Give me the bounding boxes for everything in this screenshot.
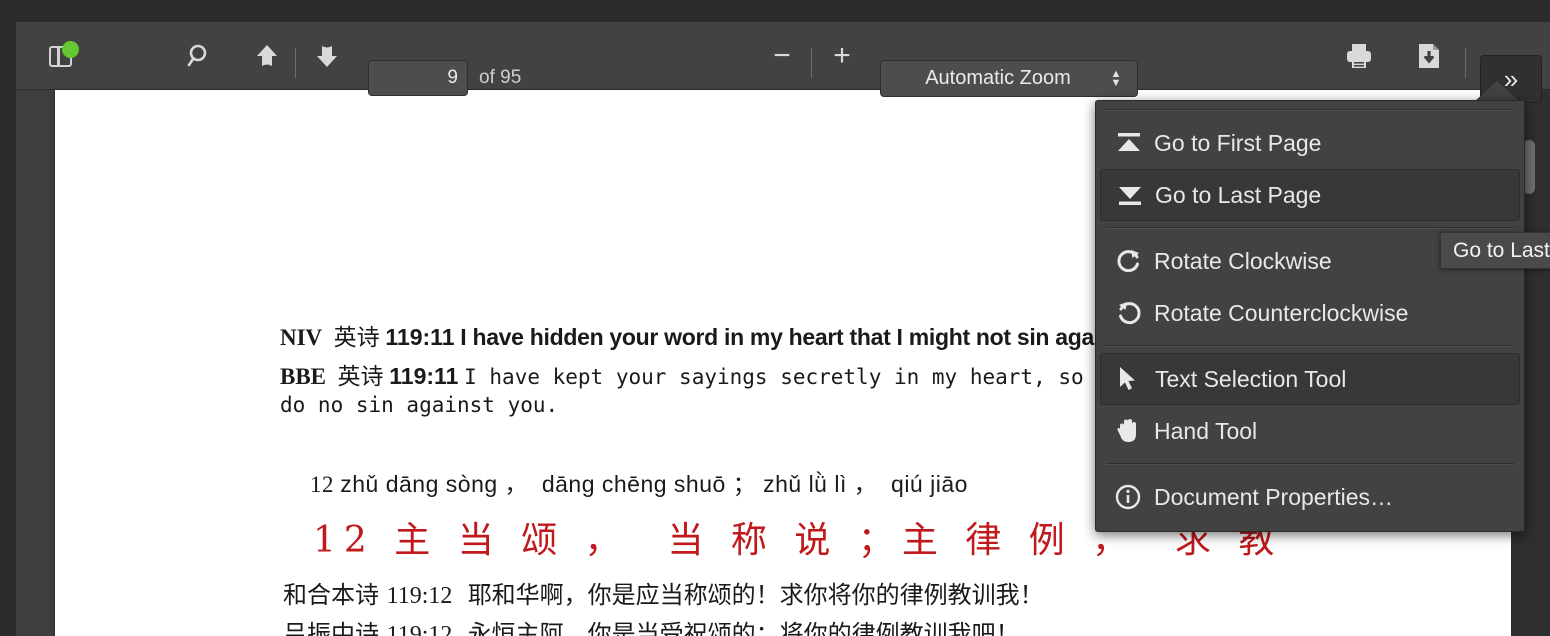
menu-caret (1475, 81, 1519, 101)
search-button[interactable] (176, 34, 224, 78)
toolbar-divider-2 (811, 48, 812, 78)
next-page-button[interactable] (304, 34, 350, 78)
niv-ref: 119:11 (385, 324, 455, 350)
pinyin-text: zhǔ dāng sòng ， dāng chēng shuō ； zhǔ lǜ… (340, 471, 968, 497)
info-circle-icon (1114, 483, 1154, 511)
go-to-first-page-icon (1114, 130, 1154, 156)
bbe-book: 英诗 (337, 364, 384, 389)
zoom-select[interactable]: Automatic Zoom ▲ ▼ (880, 60, 1138, 97)
rotate-clockwise-icon (1114, 247, 1154, 275)
window-top-edge (0, 0, 1550, 22)
toolbar-divider (295, 48, 296, 78)
window-left-edge (0, 0, 16, 636)
viewer-left-gutter (16, 90, 55, 636)
menu-item-go-to-last-page[interactable]: Go to Last Page (1100, 169, 1520, 221)
rotate-counterclockwise-icon (1114, 299, 1154, 327)
sidebar-toggle-icon (47, 39, 81, 73)
menu-item-label: Go to First Page (1154, 129, 1322, 156)
menu-item-hand-tool[interactable]: Hand Tool (1100, 405, 1520, 457)
menu-item-label: Rotate Counterclockwise (1154, 299, 1409, 326)
menu-item-label: Hand Tool (1154, 417, 1258, 444)
pinyin-number: 12 (310, 472, 334, 497)
verse-number: 12 (313, 520, 375, 561)
hand-icon (1114, 417, 1154, 445)
zoom-in-button[interactable]: + (820, 34, 864, 78)
secondary-toolbar-menu: Go to First Page Go to Last Page Rotate … (1095, 100, 1525, 532)
menu-item-text-selection-tool[interactable]: Text Selection Tool (1100, 353, 1520, 405)
status-dot (62, 41, 79, 58)
toolbar-divider-3 (1465, 48, 1466, 78)
page-count-label: of 95 (479, 67, 522, 88)
menu-item-document-properties[interactable]: Document Properties… (1100, 471, 1520, 523)
doc-line-translation-2: 吕振中诗 119:12 永恒主阿，你是当受祝颂的；将你的律例教训我吧！ (283, 614, 1020, 636)
translation-ref-2: 119:12 (386, 622, 453, 636)
menu-item-label: Go to Last Page (1155, 181, 1322, 208)
search-icon (187, 44, 207, 67)
bbe-ref: 119:11 (389, 363, 459, 389)
menu-item-label: Document Properties… (1154, 483, 1394, 510)
menu-divider (1106, 463, 1514, 465)
download-button[interactable] (1406, 34, 1452, 78)
pdf-viewer-window: NIV 英诗 119:11 I have hidden your word in… (0, 0, 1550, 636)
menu-item-rotate-counterclockwise[interactable]: Rotate Counterclockwise (1100, 287, 1520, 339)
printer-icon (1347, 44, 1371, 68)
zoom-select-value: Automatic Zoom (925, 67, 1071, 89)
print-button[interactable] (1336, 34, 1382, 78)
previous-page-button[interactable] (244, 34, 290, 78)
menu-item-go-to-first-page[interactable]: Go to First Page (1100, 117, 1520, 169)
menu-item-label: Text Selection Tool (1155, 365, 1347, 392)
niv-book: 英诗 (333, 325, 380, 350)
translation-version-2: 吕振中诗 (283, 620, 379, 636)
download-icon (1419, 44, 1439, 68)
translation-ref-1: 119:12 (386, 583, 453, 609)
doc-line-translation-1: 和合本诗 119:12 耶和华啊，你是应当称颂的！求你将你的律例教训我！ (283, 575, 1044, 610)
chevron-updown-icon: ▲ ▼ (1110, 67, 1122, 89)
translation-version-1: 和合本诗 (283, 581, 379, 609)
menu-divider (1106, 109, 1514, 111)
translation-text-1: 耶和华啊，你是应当称颂的！求你将你的律例教训我！ (467, 581, 1044, 609)
bbe-version: BBE (280, 364, 327, 389)
zoom-out-button[interactable]: − (760, 34, 804, 78)
translation-text-2: 永恒主阿，你是当受祝颂的；将你的律例教训我吧！ (467, 620, 1020, 636)
go-to-last-page-icon (1115, 182, 1155, 208)
niv-version: NIV (280, 325, 323, 350)
doc-line-niv: NIV 英诗 119:11 I have hidden your word in… (280, 318, 1186, 352)
doc-line-bbe-continued: do no sin against you. (280, 393, 559, 417)
menu-item-label: Rotate Clockwise (1154, 247, 1332, 274)
sidebar-toggle-button[interactable] (38, 34, 90, 78)
menu-divider (1106, 345, 1514, 347)
page-number-input[interactable] (368, 60, 468, 96)
doc-line-pinyin: 12 zhǔ dāng sòng ， dāng chēng shuō ； zhǔ… (310, 465, 968, 499)
pdf-toolbar: of 95 − + Automatic Zoom ▲▼ (16, 22, 1550, 103)
menu-divider (1106, 227, 1514, 229)
arrow-up-icon (257, 45, 277, 66)
niv-text: I have hidden your word in my heart that… (460, 324, 1186, 350)
arrow-down-icon (317, 46, 337, 67)
tooltip: Go to Last Page (1440, 232, 1550, 269)
cursor-arrow-icon (1115, 365, 1155, 393)
